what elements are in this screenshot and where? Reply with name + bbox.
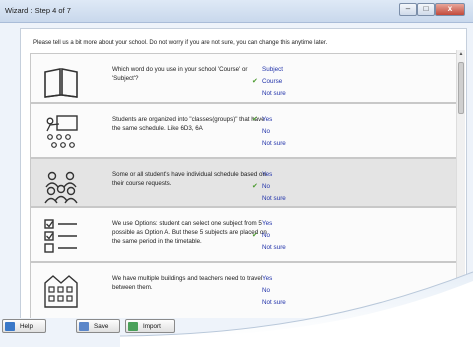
option-selected[interactable]: ✔ No xyxy=(252,230,286,242)
question-text: We have multiple buildings and teachers … xyxy=(112,275,263,291)
option[interactable]: Not sure xyxy=(262,138,286,150)
help-icon xyxy=(5,322,15,331)
minimize-button[interactable]: – xyxy=(399,3,417,16)
option[interactable]: No xyxy=(262,126,286,138)
book-icon xyxy=(44,68,78,98)
option[interactable]: Subject xyxy=(262,64,286,76)
vertical-scrollbar[interactable]: ▲ xyxy=(456,50,465,318)
option[interactable]: Not sure xyxy=(262,297,286,309)
button-bar: Help Save Import xyxy=(0,318,473,347)
question-row: We use Options: student can select one s… xyxy=(30,207,458,262)
option-group: Subject ✔ Course Not sure xyxy=(252,64,286,100)
classroom-teacher-icon xyxy=(46,115,78,148)
question-text: Some or all student's have individual sc… xyxy=(112,171,266,187)
checklist-icon xyxy=(44,219,77,253)
question-row: Students are organized into "classes(gro… xyxy=(30,103,458,158)
checkmark-icon: ✔ xyxy=(252,183,258,190)
building-icon xyxy=(44,275,78,308)
option-selected[interactable]: ✔ Yes xyxy=(252,114,286,126)
option[interactable]: Not sure xyxy=(262,88,286,100)
checkmark-icon: ✔ xyxy=(252,78,258,85)
save-icon xyxy=(79,322,89,331)
option[interactable]: Not sure xyxy=(262,193,286,205)
question-row: We have multiple buildings and teachers … xyxy=(30,262,458,321)
instruction-text: Please tell us a bit more about your sch… xyxy=(33,40,328,46)
help-button[interactable]: Help xyxy=(2,319,46,333)
title-bar[interactable]: Wizard : Step 4 of 7 – □ x xyxy=(0,0,473,23)
scroll-up-icon[interactable]: ▲ xyxy=(457,50,465,58)
window-controls: – □ x xyxy=(399,3,465,16)
question-text: We use Options: student can select one s… xyxy=(112,220,267,245)
checkmark-icon: ✔ xyxy=(252,116,258,123)
question-row: Some or all student's have individual sc… xyxy=(30,158,458,207)
option-group: Yes ✔ No Not sure xyxy=(252,218,286,254)
import-icon xyxy=(128,322,138,331)
scroll-thumb[interactable] xyxy=(458,62,464,114)
close-button[interactable]: x xyxy=(435,3,465,16)
content-panel: Please tell us a bit more about your sch… xyxy=(20,28,467,321)
question-row: Which word do you use in your school 'Co… xyxy=(30,53,458,103)
save-button[interactable]: Save xyxy=(76,319,120,333)
option-selected[interactable]: ✔ No xyxy=(252,181,286,193)
option[interactable]: Yes xyxy=(262,218,286,230)
option-group: ✔ Yes No Not sure xyxy=(252,114,286,150)
window-title: Wizard : Step 4 of 7 xyxy=(5,6,71,15)
question-text: Students are organized into "classes(gro… xyxy=(112,116,265,132)
students-group-icon xyxy=(44,171,78,204)
option-selected[interactable]: ✔ Course xyxy=(252,76,286,88)
checkmark-icon: ✔ xyxy=(252,232,258,239)
question-list: Which word do you use in your school 'Co… xyxy=(30,53,458,321)
option-group: Yes No Not sure xyxy=(262,273,286,309)
wizard-window: Wizard : Step 4 of 7 – □ x Please tell u… xyxy=(0,0,473,347)
option[interactable]: Not sure xyxy=(262,242,286,254)
option[interactable]: Yes xyxy=(262,273,286,285)
option-group: Yes ✔ No Not sure xyxy=(252,169,286,205)
option[interactable]: No xyxy=(262,285,286,297)
maximize-button[interactable]: □ xyxy=(417,3,435,16)
option[interactable]: Yes xyxy=(262,169,286,181)
question-text: Which word do you use in your school 'Co… xyxy=(112,66,248,82)
import-button[interactable]: Import xyxy=(125,319,175,333)
